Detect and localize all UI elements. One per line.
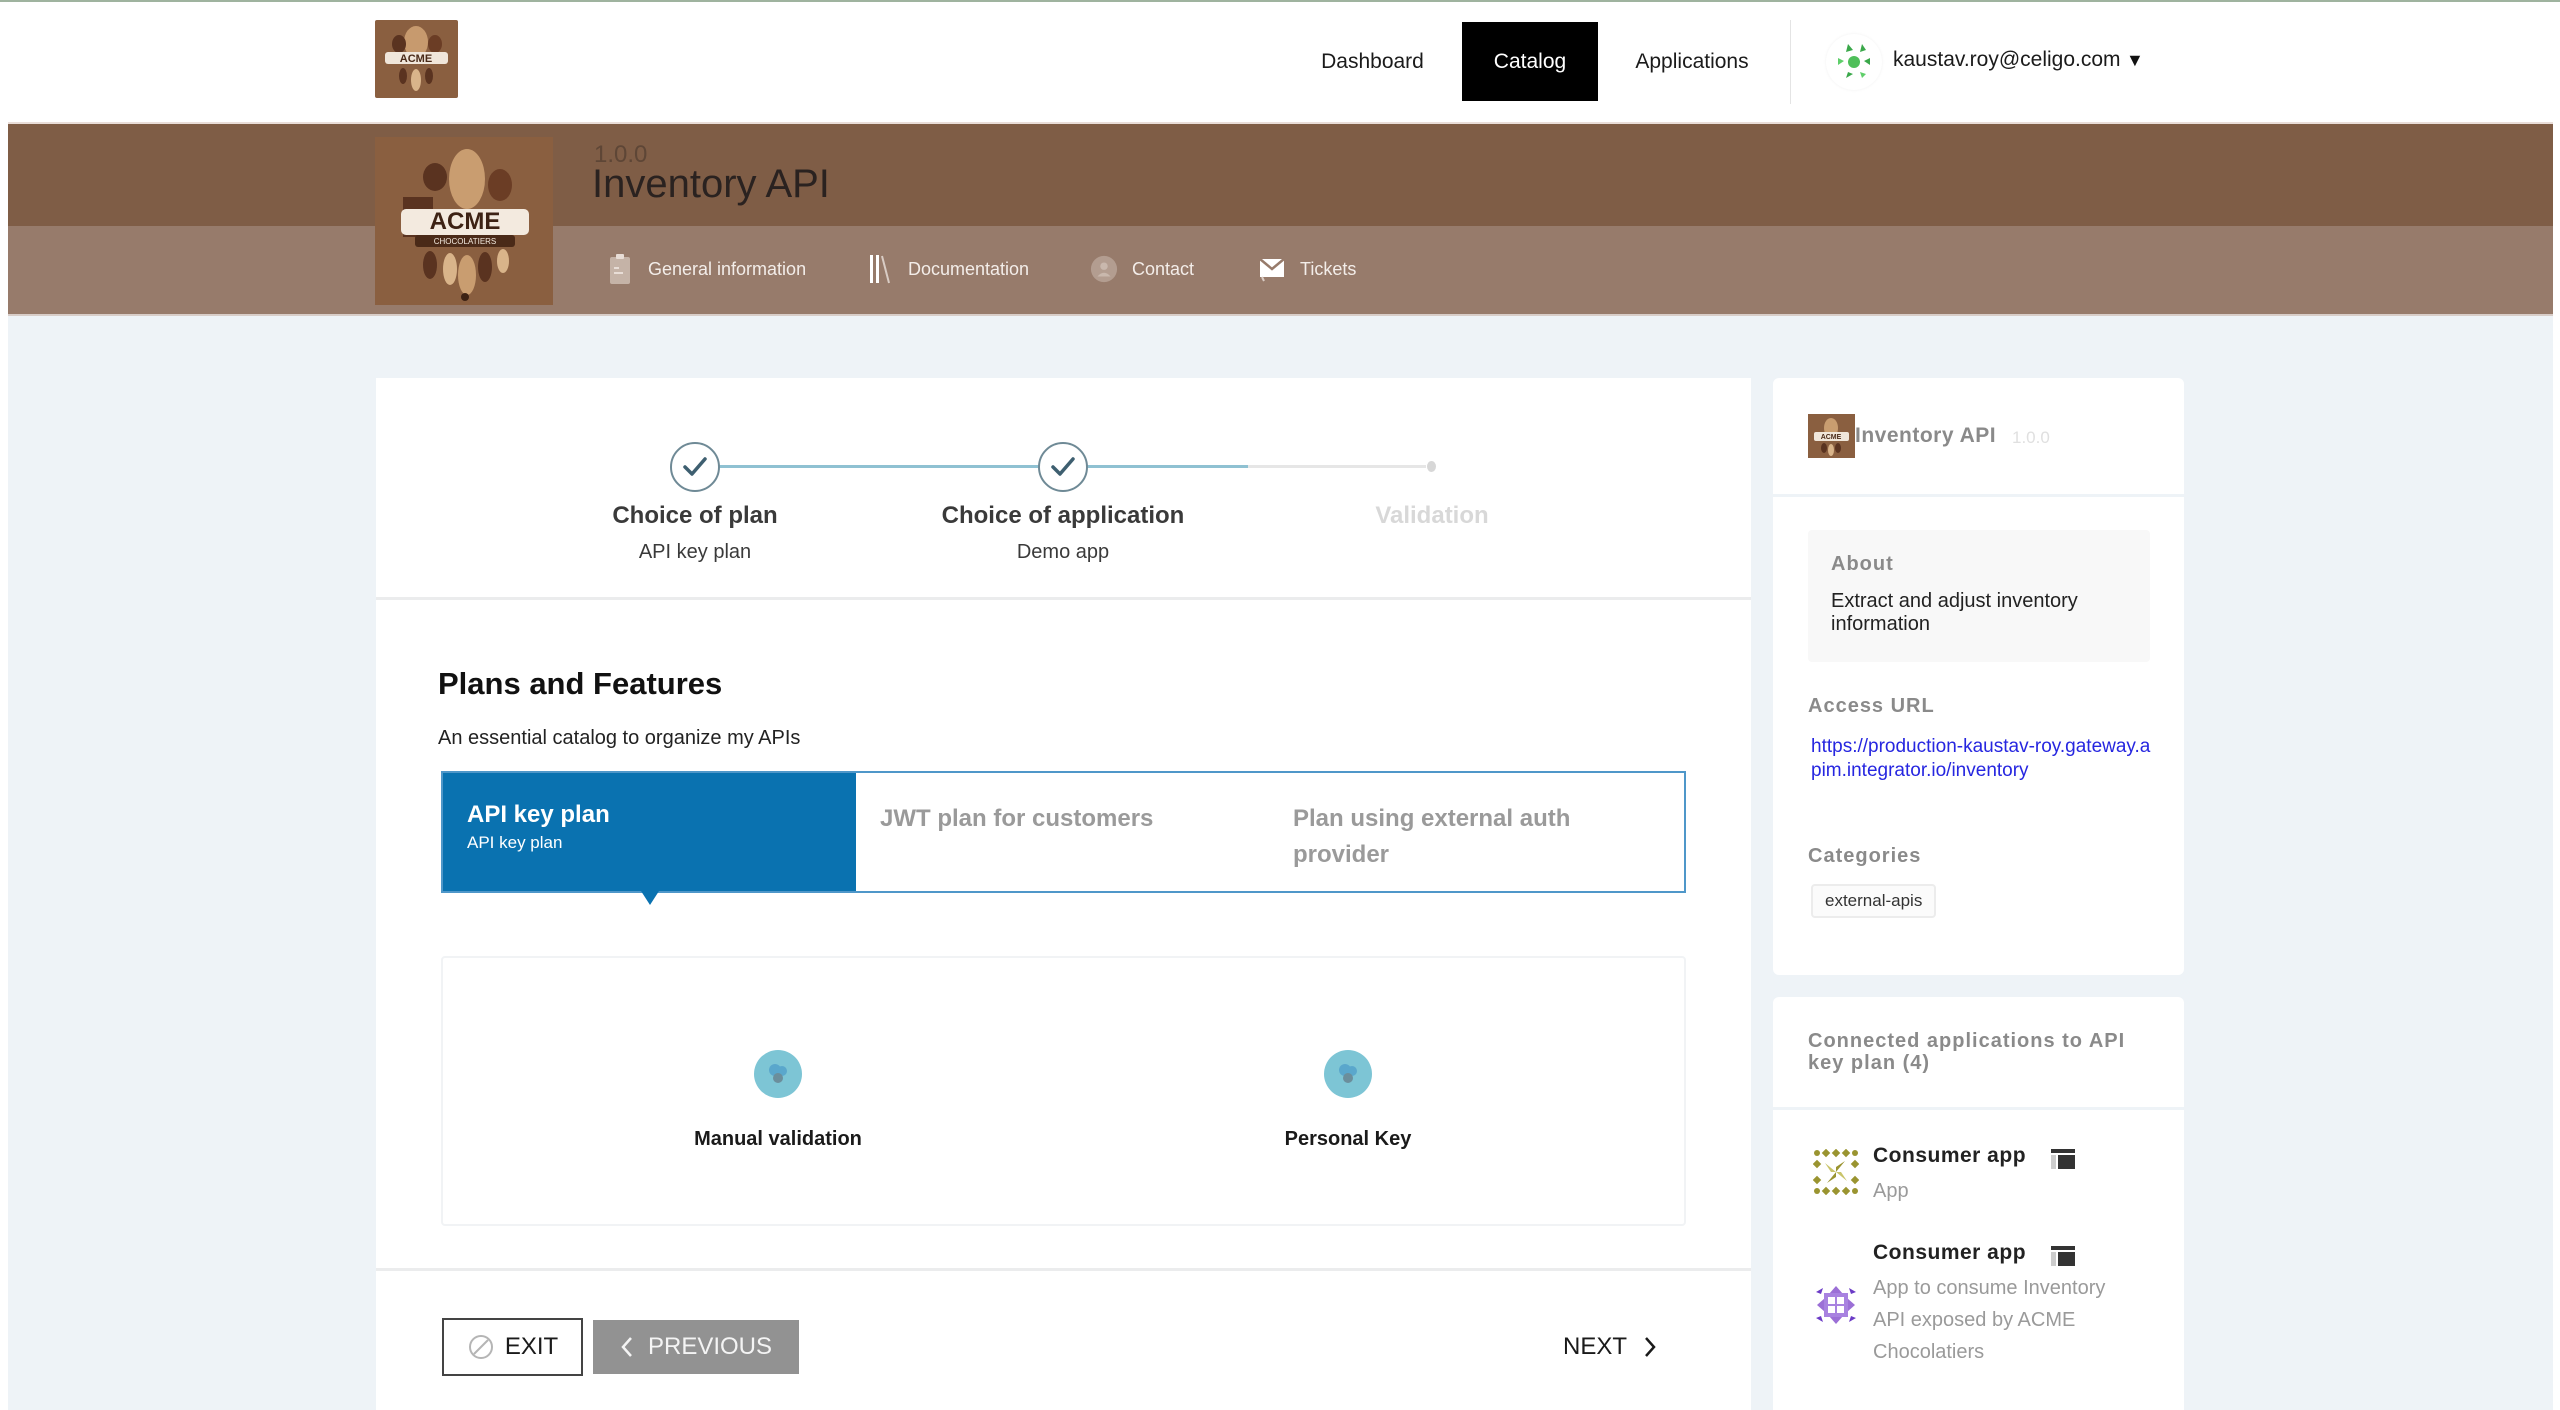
subnav-label: Documentation xyxy=(908,258,1030,279)
sidebar-divider xyxy=(1773,1107,2184,1110)
app-avatar-icon xyxy=(1813,1282,1859,1328)
stepper-line-progress xyxy=(1080,465,1248,468)
app-type-icon xyxy=(2050,1245,2076,1267)
api-title: Inventory API xyxy=(592,162,830,206)
svg-text:ACME: ACME xyxy=(400,53,432,65)
plan-tab-external-auth[interactable]: Plan using external auth provider xyxy=(1269,773,1683,891)
checkmark-icon xyxy=(683,457,707,476)
plans-title: Plans and Features xyxy=(438,666,723,701)
acme-logo-icon: ACME xyxy=(375,20,458,98)
sidebar-api-version: 1.0.0 xyxy=(2012,428,2050,447)
api-logo: ACME CHOCOLATIERS xyxy=(375,137,553,305)
api-thumbnail: ACME xyxy=(1808,414,1855,458)
subnav-tickets[interactable]: Tickets xyxy=(1258,250,1356,288)
subnav-contact[interactable]: Contact xyxy=(1090,250,1194,288)
sidebar-divider xyxy=(1773,494,2184,497)
header-logo[interactable]: ACME xyxy=(375,20,458,98)
connected-apps-title: Connected applications to API key plan (… xyxy=(1808,1030,2126,1074)
acme-chocolatiers-logo-icon: ACME CHOCOLATIERS xyxy=(375,137,553,305)
feature-label: Personal Key xyxy=(1284,1128,1412,1150)
stepper-line-complete xyxy=(712,465,1046,468)
subnav-general-information[interactable]: General information xyxy=(606,250,806,288)
user-email[interactable]: kaustav.roy@celigo.com xyxy=(1893,48,2121,72)
user-avatar[interactable] xyxy=(1826,34,1882,90)
active-plan-caret-icon xyxy=(641,891,659,905)
plans-description: An essential catalog to organize my APIs xyxy=(438,727,801,749)
previous-label: PREVIOUS xyxy=(647,1333,773,1360)
section-divider xyxy=(376,597,1751,600)
connected-app-description: App xyxy=(1873,1180,1909,1202)
user-menu-caret-icon[interactable]: ▼ xyxy=(2126,50,2144,71)
user-icon xyxy=(1090,252,1118,286)
about-label: About xyxy=(1831,553,1894,575)
step-label: Choice of application xyxy=(941,502,1185,529)
feature-label: Manual validation xyxy=(694,1128,862,1150)
connected-app-name[interactable]: Consumer app xyxy=(1873,1241,2026,1265)
ticket-icon xyxy=(1258,252,1286,286)
sidebar-api-name: Inventory API xyxy=(1855,424,1997,447)
chevron-left-icon xyxy=(621,1337,632,1357)
step-label: Validation xyxy=(1375,502,1489,529)
footer-divider xyxy=(376,1268,1751,1271)
step-sublabel: API key plan xyxy=(638,541,752,563)
books-icon xyxy=(866,252,894,286)
step-1-indicator[interactable] xyxy=(670,442,720,492)
clipboard-icon xyxy=(606,252,634,286)
step-sublabel: Demo app xyxy=(1016,541,1110,563)
next-button[interactable]: NEXT xyxy=(1545,1320,1675,1374)
connected-app-description: App to consume Inventory API exposed by … xyxy=(1873,1277,2106,1363)
stepper-line-pending xyxy=(1248,465,1426,468)
svg-text:ACME: ACME xyxy=(430,208,501,235)
feature-badge-icon xyxy=(1324,1050,1372,1098)
nav-dashboard[interactable]: Dashboard xyxy=(1305,22,1440,101)
svg-text:CHOCOLATIERS: CHOCOLATIERS xyxy=(434,237,497,246)
subnav-label: General information xyxy=(648,258,807,279)
plan-subtitle: API key plan xyxy=(467,833,563,852)
exit-button[interactable]: EXIT xyxy=(442,1318,583,1376)
plan-name: Plan using external auth provider xyxy=(1293,805,1571,868)
nav-catalog[interactable]: Catalog xyxy=(1462,22,1598,101)
feature-personal-key: Personal Key xyxy=(1148,1050,1548,1151)
access-url-label: Access URL xyxy=(1808,695,1935,717)
user-avatar-icon xyxy=(1838,44,1870,78)
subnav-label: Contact xyxy=(1132,258,1195,279)
step-2-indicator[interactable] xyxy=(1038,442,1088,492)
svg-text:ACME: ACME xyxy=(1821,434,1842,441)
chevron-right-icon xyxy=(1645,1337,1656,1357)
plan-name: API key plan xyxy=(467,801,610,828)
plan-tab-api-key[interactable]: API key plan API key plan xyxy=(443,773,856,891)
connected-app-name[interactable]: Consumer app xyxy=(1873,1144,2026,1168)
previous-button[interactable]: PREVIOUS xyxy=(593,1320,799,1374)
acme-logo-icon: ACME xyxy=(1808,414,1855,458)
plan-tab-jwt[interactable]: JWT plan for customers xyxy=(856,773,1269,891)
checkmark-icon xyxy=(1051,457,1075,476)
feature-badge-icon xyxy=(754,1050,802,1098)
feature-manual-validation: Manual validation xyxy=(578,1050,978,1151)
next-label: NEXT xyxy=(1562,1333,1627,1360)
cancel-circle-icon xyxy=(468,1335,493,1359)
plan-name: JWT plan for customers xyxy=(880,805,1154,832)
app-type-icon xyxy=(2050,1148,2076,1170)
access-url-link[interactable]: https://production-kaustav-roy.gateway.a… xyxy=(1811,735,2156,783)
nav-applications[interactable]: Applications xyxy=(1618,22,1766,101)
categories-label: Categories xyxy=(1808,845,1922,867)
about-text: Extract and adjust inventory information xyxy=(1831,590,2078,635)
subscription-wizard-card xyxy=(376,378,1751,1410)
category-chip[interactable]: external-apis xyxy=(1811,884,1937,918)
subnav-label: Tickets xyxy=(1300,258,1357,279)
subnav-documentation[interactable]: Documentation xyxy=(866,250,1029,288)
nav-divider xyxy=(1790,20,1791,104)
step-3-indicator xyxy=(1427,461,1436,472)
app-avatar-icon xyxy=(1812,1148,1860,1196)
exit-label: EXIT xyxy=(504,1333,559,1360)
step-label: Choice of plan xyxy=(612,502,778,529)
